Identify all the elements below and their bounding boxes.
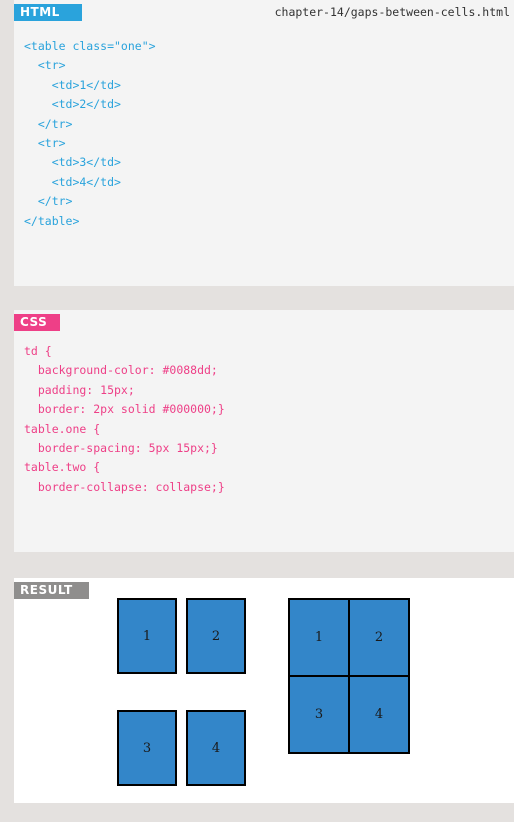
code-line: <tr> [24, 135, 66, 150]
code-line: border-spacing: 5px 15px;} [24, 440, 218, 455]
code-line: td { [24, 344, 52, 358]
html-tab: HTML [14, 4, 82, 21]
result-tab: RESULT [14, 582, 89, 599]
result-table-two: 1 2 3 4 [288, 598, 410, 754]
table-cell: 4 [348, 675, 410, 754]
css-tab: CSS [14, 314, 60, 331]
code-line: <td>1</td> [24, 77, 121, 92]
code-line: border-collapse: collapse;} [24, 479, 225, 494]
result-panel: RESULT 1 2 3 4 1 2 3 4 [14, 578, 514, 803]
table-row: 1 2 [117, 598, 246, 674]
table-row: 1 2 [288, 598, 410, 677]
code-line: </table> [24, 213, 80, 228]
code-line: <td>3</td> [24, 155, 121, 170]
table-row: 3 4 [117, 710, 246, 786]
code-line: </tr> [24, 194, 73, 209]
code-line: <tr> [24, 58, 66, 73]
table-cell: 1 [117, 598, 177, 674]
table-cell: 4 [186, 710, 246, 786]
code-line: border: 2px solid #000000;} [24, 402, 225, 417]
css-code-panel: CSS td { background-color: #0088dd; padd… [14, 310, 514, 552]
css-code-block: td { background-color: #0088dd; padding:… [24, 342, 225, 497]
table-cell: 3 [117, 710, 177, 786]
code-line: </tr> [24, 116, 73, 131]
result-table-one: 1 2 3 4 [108, 562, 255, 822]
code-line: background-color: #0088dd; [24, 363, 218, 378]
table-row: 3 4 [288, 675, 410, 754]
code-line: <td>2</td> [24, 97, 121, 112]
table-cell: 1 [288, 598, 350, 677]
code-line: table.two { [24, 460, 101, 475]
html-code-block: <table class="one"> <tr> <td>1</td> <td>… [24, 37, 156, 231]
code-line: <td>4</td> [24, 174, 121, 189]
code-line: table.one { [24, 421, 101, 436]
code-line: padding: 15px; [24, 382, 135, 397]
html-code-panel: HTML chapter-14/gaps-between-cells.html … [14, 0, 514, 286]
file-name: chapter-14/gaps-between-cells.html [274, 5, 510, 19]
table-cell: 3 [288, 675, 350, 754]
code-line: <table class="one"> [24, 39, 156, 53]
table-cell: 2 [186, 598, 246, 674]
table-cell: 2 [348, 598, 410, 677]
